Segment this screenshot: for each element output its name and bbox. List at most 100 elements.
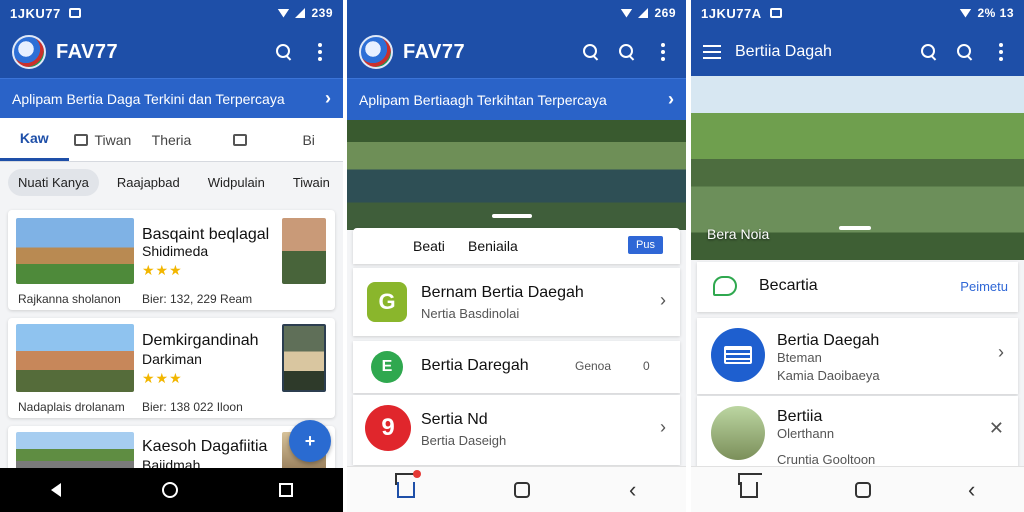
search-button[interactable] <box>580 41 602 63</box>
chip-tiwain[interactable]: Tiwain <box>283 169 340 196</box>
news-source: Nadaplais drolanam <box>18 400 125 414</box>
item-title: Sertia Nd <box>421 411 488 428</box>
push-button[interactable]: Pus <box>628 236 663 254</box>
status-right-text: 2% 13 <box>977 6 1014 20</box>
screen-detail: 1JKU77A 2% 13 Bertiia Dagah Bera Noia Be… <box>691 0 1024 512</box>
list-item[interactable]: E Bertia Daregah Genoa 0 <box>353 341 680 393</box>
more-options-icon[interactable] <box>309 41 331 63</box>
app-logo-icon <box>359 35 393 69</box>
search-button[interactable] <box>954 41 976 63</box>
headline-banner[interactable]: Aplipam Bertia Daga Terkini dan Terperca… <box>0 78 343 118</box>
list-item[interactable]: Bertia Daegah Bteman Kamia Daoibaeya › <box>697 318 1018 394</box>
chip-nuati-kanya[interactable]: Nuati Kanya <box>8 168 99 196</box>
list-item[interactable]: G Bernam Bertia Daegah Nertia Basdinolai… <box>353 268 680 336</box>
chevron-right-icon: › <box>325 88 331 108</box>
search-button[interactable] <box>273 41 295 63</box>
list-item[interactable]: 9 Sertia Nd Bertia Daseigh › <box>353 395 680 465</box>
filter-chips: Nuati Kanya Raajapbad Widpulain Tiwain <box>0 162 343 202</box>
tab-label: Bi <box>302 131 315 148</box>
rating-stars: ★★★ <box>142 370 183 386</box>
signal-icon <box>638 8 649 18</box>
nav-square-icon[interactable] <box>854 481 871 498</box>
nav-home[interactable] <box>396 469 421 498</box>
news-views: Bier: 132, 229 Ream <box>142 292 253 306</box>
tab-kaw[interactable]: Kaw <box>0 118 69 161</box>
recents-icon[interactable] <box>278 483 293 497</box>
chat-icon <box>713 276 737 296</box>
search-icon <box>618 43 636 61</box>
status-right-text: 239 <box>311 6 333 20</box>
tab-beati[interactable]: Beati <box>413 238 445 254</box>
headline-banner[interactable]: Aplipam Bertiaagh Terkihtan Terpercaya › <box>347 78 686 120</box>
back-icon[interactable]: ‹ <box>968 477 975 503</box>
compose-fab[interactable]: + <box>289 420 331 462</box>
tab-tiwan[interactable]: Tiwan <box>69 118 138 161</box>
home-icon[interactable] <box>739 481 758 498</box>
bottom-nav: ‹ <box>691 466 1024 512</box>
menu-icon[interactable] <box>703 45 721 59</box>
nav-square-icon[interactable] <box>513 481 530 498</box>
item-subtitle: Bertia Daseigh <box>421 433 507 448</box>
brand-title: FAV77 <box>56 40 119 63</box>
category-icon: E <box>371 351 403 383</box>
wifi-icon <box>620 8 633 18</box>
notification-badge <box>412 469 421 478</box>
side-thumbnail <box>282 324 326 392</box>
carousel-indicator <box>839 226 871 230</box>
item-subtitle: Nertia Basdinolai <box>421 306 520 321</box>
section-link[interactable]: Peimetu <box>960 279 1008 294</box>
item-meta: Cruntia Gooltoon <box>777 452 876 467</box>
category-icon: G <box>367 282 407 322</box>
item-title: Bertiia <box>777 408 823 425</box>
status-bar: 269 <box>347 0 686 26</box>
tab-clipboard[interactable] <box>206 118 275 161</box>
news-card[interactable]: Demkirgandinah Darkiman ★★★ Nadaplais dr… <box>8 318 335 418</box>
more-options-icon[interactable] <box>652 41 674 63</box>
tab-beniaila[interactable]: Beniaila <box>468 238 518 254</box>
chip-raajapbad[interactable]: Raajapbad <box>107 169 190 196</box>
list-item[interactable]: Bertiia Olerthann Cruntia Gooltoon ✕ <box>697 396 1018 470</box>
app-logo-icon <box>12 35 46 69</box>
status-bar: 1JKU77 239 <box>0 0 343 26</box>
bottom-nav: ‹ <box>347 466 686 512</box>
more-options-icon[interactable] <box>990 41 1012 63</box>
avatar <box>711 406 765 460</box>
search-icon <box>275 43 293 61</box>
status-bar: 1JKU77A 2% 13 <box>691 0 1024 26</box>
news-card[interactable]: Basqaint beqlagal Shidimeda ★★★ Rajkanna… <box>8 210 335 310</box>
newspaper-icon <box>724 346 752 364</box>
brand-title: FAV77 <box>403 40 466 63</box>
tab-label: Kaw <box>19 130 49 146</box>
screen-categories: 269 FAV77 Aplipam Bertiaagh Terkihtan Te… <box>347 0 686 512</box>
item-subtitle: Bteman <box>777 350 822 365</box>
chevron-right-icon: › <box>660 417 666 437</box>
add-icon: + <box>304 430 316 451</box>
app-bar: Bertiia Dagah <box>691 26 1024 78</box>
search-button-secondary[interactable] <box>616 41 638 63</box>
status-right-text: 269 <box>654 6 676 20</box>
news-title: Kaesoh Dagafiitia <box>142 438 268 455</box>
item-meta: Genoa <box>575 359 612 373</box>
chevron-right-icon: › <box>998 342 1004 362</box>
filter-button[interactable] <box>918 41 940 63</box>
tab-theria[interactable]: Theria <box>137 118 206 161</box>
category-icon: 9 <box>365 405 411 451</box>
back-icon[interactable] <box>50 483 61 497</box>
search-icon <box>956 43 974 61</box>
close-icon[interactable]: ✕ <box>989 418 1004 439</box>
news-thumbnail <box>16 218 134 284</box>
document-icon <box>74 133 89 146</box>
tab-bi[interactable]: Bi <box>274 118 343 161</box>
back-icon[interactable]: ‹ <box>629 477 636 503</box>
home-circle-icon[interactable] <box>161 482 178 498</box>
notification-icon <box>769 8 782 18</box>
news-source: Rajkanna sholanon <box>18 292 121 306</box>
page-title: Bertiia Dagah <box>735 43 832 60</box>
section-label: Becartia <box>759 277 818 294</box>
screen-news-feed: 1JKU77 239 FAV77 Aplipam Bertia Daga Ter… <box>0 0 343 512</box>
section-tabbar: Beati Beniaila Pus <box>353 228 680 264</box>
chip-widpulain[interactable]: Widpulain <box>198 169 275 196</box>
notification-icon <box>68 8 81 18</box>
news-subtitle: Darkiman <box>142 351 202 367</box>
chevron-right-icon: › <box>668 89 674 109</box>
